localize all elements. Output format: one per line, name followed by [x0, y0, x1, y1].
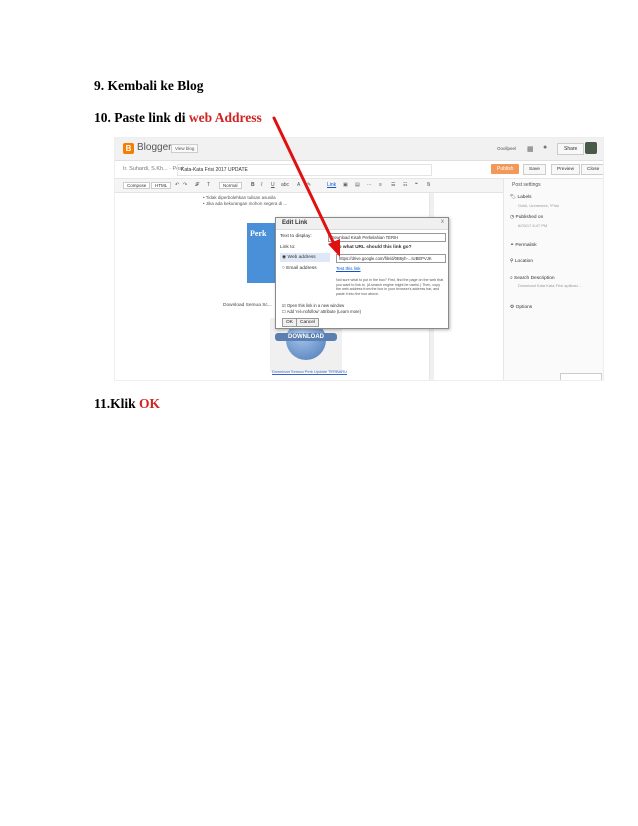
- url-input[interactable]: https://drive.google.com/file/d/0B6yh-..…: [336, 254, 446, 263]
- account-name[interactable]: Ooollpeel: [497, 146, 516, 151]
- highlight-icon[interactable]: ✎: [307, 182, 311, 188]
- close-button[interactable]: Close: [581, 164, 603, 175]
- post-settings-title[interactable]: Post settings: [512, 182, 541, 188]
- search-description-value: Download Kata Kata Frisi aplikasi ...: [518, 283, 583, 288]
- italic-icon[interactable]: I: [261, 182, 262, 188]
- settings-done-button[interactable]: [560, 373, 602, 380]
- step-10-text: 10. Paste link di: [94, 110, 189, 125]
- url-question: To what URL should this link go?: [336, 245, 412, 250]
- publish-button[interactable]: Publish: [491, 164, 520, 174]
- image-icon[interactable]: ▣: [343, 182, 348, 188]
- view-blog-button[interactable]: View blog: [171, 144, 199, 153]
- published-value: 6/03/17 6:47 PM: [518, 223, 548, 228]
- breadcrumb[interactable]: Ir. Suhardi, S.Kh... · Post: [123, 166, 184, 172]
- apps-grid-icon[interactable]: ▦: [527, 145, 534, 153]
- text-display-label: Text to display:: [280, 234, 312, 239]
- editor-toolbar: Compose HTML ↶ ↷ 𝓕 T Normal B I U abc A …: [115, 179, 503, 193]
- underline-icon[interactable]: U: [271, 182, 275, 188]
- ok-button[interactable]: OK: [282, 318, 297, 327]
- bold-icon[interactable]: B: [251, 182, 255, 188]
- jump-break-icon[interactable]: ⋯: [367, 182, 372, 188]
- step-10: 10. Paste link di web Address: [94, 110, 262, 126]
- labels-value: Gokil, Unmemes, *Frisi: [518, 203, 559, 208]
- new-window-checkbox[interactable]: ☑ Open this link in a new window: [282, 303, 344, 308]
- bullet-1: • Tidak diperbolehkan tulisan asusila: [203, 195, 276, 200]
- help-text: Not sure what to put in the box? First, …: [336, 278, 444, 296]
- download-caption: Download Semua Sc...: [223, 303, 272, 308]
- bullet-2: • Jika ada kekurangan mohon segera di ..…: [203, 201, 288, 206]
- format-select[interactable]: Normal: [219, 182, 242, 189]
- tab-html[interactable]: HTML: [151, 182, 172, 189]
- numbered-list-icon[interactable]: ☰: [391, 182, 395, 188]
- web-address-option[interactable]: ◉ Web address: [282, 255, 316, 260]
- dialog-title: Edit Link: [282, 220, 308, 226]
- text-display-input[interactable]: Download Kisah Perkelahian TERIH: [328, 233, 446, 242]
- post-titlebar: Ir. Suhardi, S.Kh... · Post Kata-Kata Fr…: [115, 161, 603, 179]
- blogger-topbar: B Blogger View blog Ooollpeel ▦ ● Share: [115, 138, 603, 161]
- cancel-button[interactable]: Cancel: [296, 318, 319, 327]
- step-11: 11.Klik OK: [94, 396, 160, 412]
- share-button[interactable]: Share: [557, 143, 585, 155]
- notification-bell-icon[interactable]: ●: [543, 144, 547, 151]
- test-link[interactable]: Test this link: [336, 266, 361, 271]
- step-11-text: 11.Klik: [94, 396, 140, 411]
- labels-item[interactable]: 🏷 Labels: [510, 195, 532, 200]
- video-icon[interactable]: ▤: [355, 182, 360, 188]
- dialog-header: Edit Link x: [276, 218, 448, 230]
- redo-icon[interactable]: ↷: [183, 182, 187, 188]
- post-image-text: Perk: [250, 229, 267, 238]
- bullet-list-icon[interactable]: ☷: [403, 182, 407, 188]
- search-description-item[interactable]: ⌕ Search Description: [510, 275, 555, 281]
- link-to-label: Link to:: [280, 245, 296, 250]
- tab-compose[interactable]: Compose: [123, 182, 151, 189]
- step-10-highlight: web Address: [188, 110, 262, 125]
- close-icon[interactable]: x: [441, 219, 444, 225]
- published-item[interactable]: ◷ Published on: [510, 215, 543, 220]
- download-link[interactable]: Download Semua Perk Update TERBARU: [272, 369, 347, 374]
- blogger-logo-icon[interactable]: B: [123, 143, 134, 154]
- post-settings-panel: Post settings 🏷 Labels Gokil, Unmemes, *…: [503, 179, 603, 380]
- text-color-icon[interactable]: A: [297, 182, 300, 188]
- strike-icon[interactable]: abc: [281, 182, 289, 188]
- save-button[interactable]: Save: [523, 164, 546, 175]
- post-title-input[interactable]: Kata-Kata Frisi 2017 UPDATE: [177, 164, 432, 176]
- blogger-brand[interactable]: Blogger: [137, 142, 171, 153]
- edit-link-dialog: Edit Link x Text to display: Download Ki…: [275, 217, 449, 329]
- link-button[interactable]: Link: [327, 182, 336, 188]
- text-size-icon[interactable]: T: [207, 182, 210, 188]
- location-item[interactable]: ⚲ Location: [510, 259, 533, 264]
- avatar[interactable]: [585, 142, 597, 154]
- nofollow-checkbox[interactable]: ☐ Add 'rel=nofollow' attribute (Learn mo…: [282, 309, 361, 314]
- options-item[interactable]: ⚙ Options: [510, 305, 532, 310]
- undo-icon[interactable]: ↶: [175, 182, 179, 188]
- font-icon[interactable]: 𝓕: [195, 182, 199, 188]
- clear-format-icon[interactable]: Ꞩ: [427, 182, 430, 188]
- blogger-screenshot: B Blogger View blog Ooollpeel ▦ ● Share …: [115, 138, 603, 380]
- align-icon[interactable]: ≡: [379, 182, 382, 188]
- email-address-option[interactable]: ○ Email address: [282, 266, 317, 271]
- download-label: DOWNLOAD: [275, 333, 337, 341]
- step-11-highlight: OK: [139, 396, 161, 411]
- step-9: 9. Kembali ke Blog: [94, 78, 204, 93]
- quote-icon[interactable]: ❝: [415, 182, 418, 188]
- preview-button[interactable]: Preview: [551, 164, 581, 175]
- permalink-item[interactable]: ⚭ Permalink: [510, 243, 537, 248]
